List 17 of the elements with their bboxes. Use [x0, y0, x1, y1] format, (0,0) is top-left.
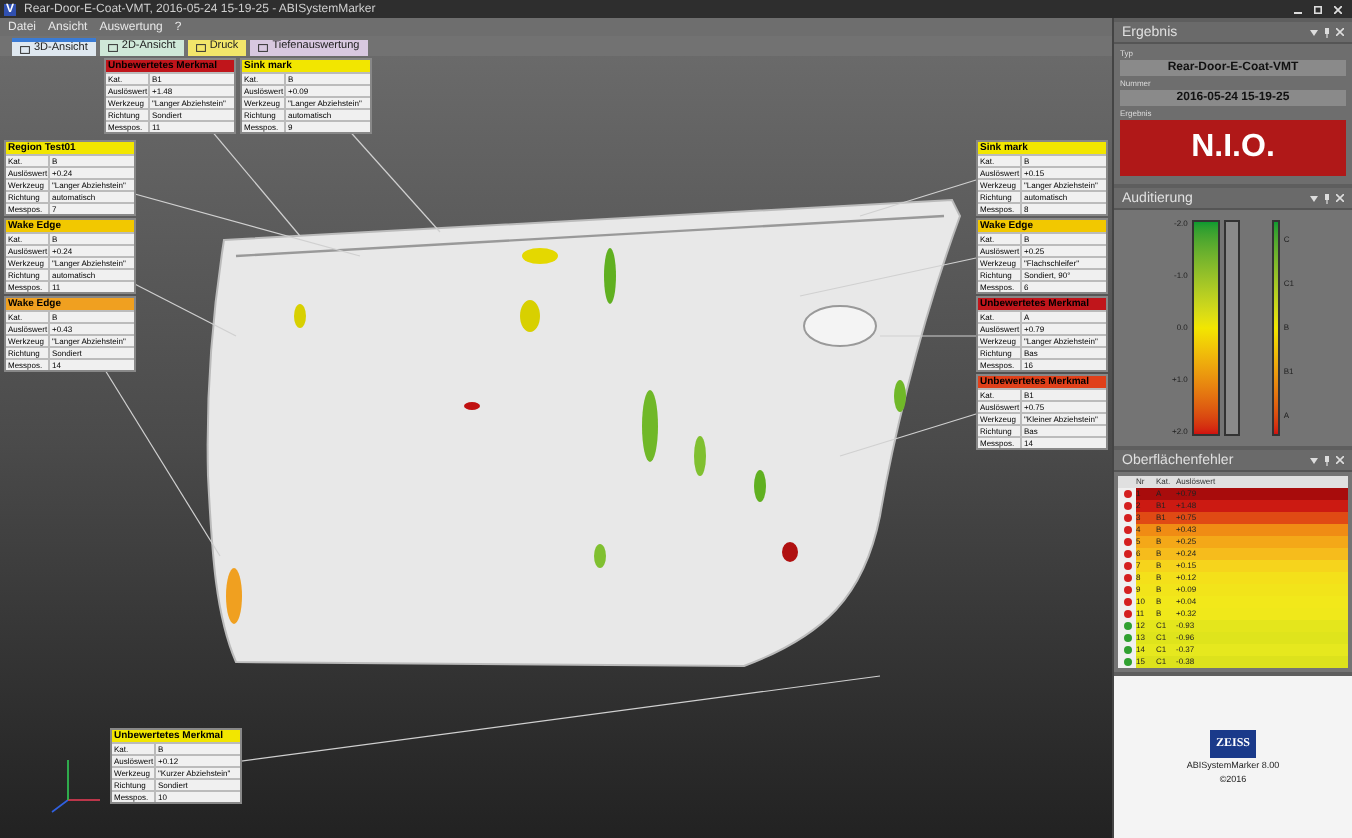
maximize-icon[interactable] — [1314, 5, 1322, 13]
tab-icon — [258, 44, 269, 52]
leader-line — [859, 179, 977, 217]
dropdown-icon[interactable] — [1310, 29, 1318, 35]
axis-icon — [51, 759, 101, 813]
tab-icon — [195, 44, 206, 52]
close-icon[interactable] — [1334, 5, 1342, 13]
tab-icon — [20, 45, 30, 53]
pin-icon[interactable] — [1324, 455, 1330, 465]
dropdown-icon[interactable] — [1310, 195, 1318, 201]
leader-line — [879, 335, 977, 337]
tab-icon — [107, 44, 118, 52]
leader-line — [839, 413, 977, 457]
pin-icon[interactable] — [1324, 27, 1330, 37]
result-badge: N.I.O. — [1120, 120, 1346, 176]
pin-icon[interactable] — [1324, 193, 1330, 203]
dropdown-icon[interactable] — [1310, 457, 1318, 463]
